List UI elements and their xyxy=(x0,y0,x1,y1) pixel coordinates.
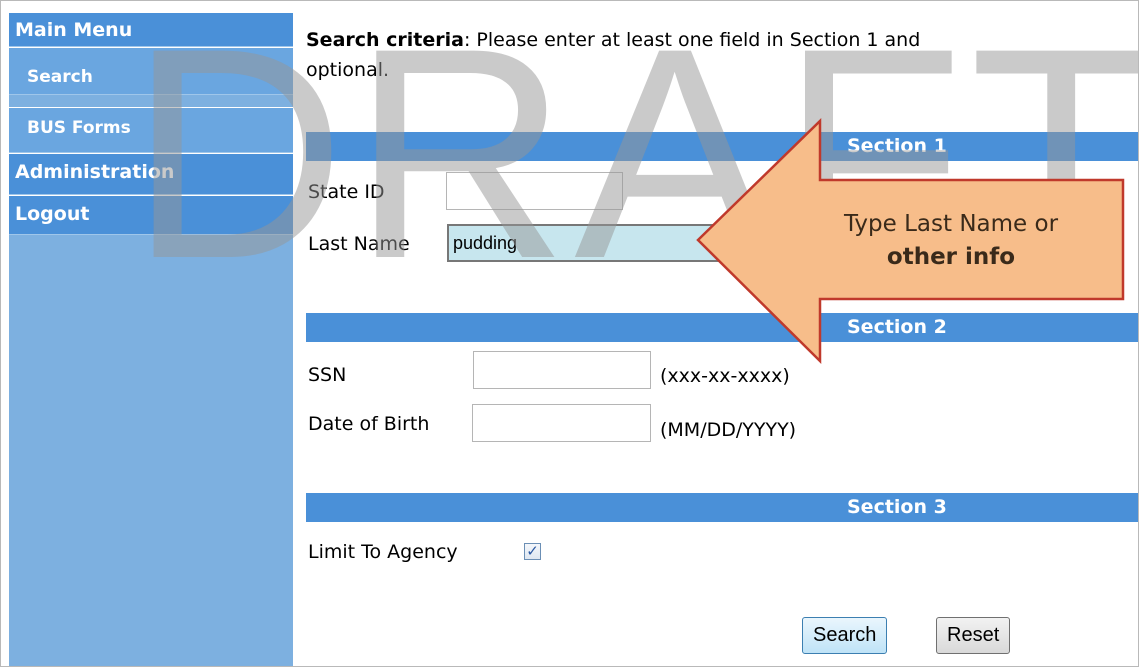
reset-button[interactable]: Reset xyxy=(936,617,1011,654)
section-1-title: Section 1 xyxy=(847,135,947,157)
sidebar-item-search[interactable]: Search xyxy=(9,47,293,95)
state-id-input[interactable] xyxy=(446,172,623,210)
dob-label: Date of Birth xyxy=(308,413,430,435)
section-3-title: Section 3 xyxy=(847,496,947,518)
sidebar-item-bus-forms[interactable]: BUS Forms xyxy=(9,107,293,153)
search-criteria-text: Search criteria: Please enter at least o… xyxy=(306,25,1138,85)
search-button[interactable]: Search xyxy=(802,617,888,654)
section-2-title: Section 2 xyxy=(847,316,947,338)
search-criteria-line1: : Please enter at least one field in Sec… xyxy=(463,29,921,51)
ssn-format-hint: (xxx-xx-xxxx) xyxy=(660,365,790,387)
sidebar-item-administration[interactable]: Administration xyxy=(9,153,293,195)
search-criteria-heading: Search criteria xyxy=(306,29,464,51)
sidebar-item-main-menu[interactable]: Main Menu xyxy=(9,13,293,47)
sidebar: Main Menu Search BUS Forms Administratio… xyxy=(9,13,293,666)
limit-to-agency-checkbox[interactable]: ✓ xyxy=(524,543,541,560)
dob-input[interactable] xyxy=(472,404,651,442)
ssn-input[interactable] xyxy=(473,351,651,389)
dob-format-hint: (MM/DD/YYYY) xyxy=(660,419,797,441)
section-3-header: Section 3 xyxy=(306,493,1138,522)
ssn-label: SSN xyxy=(308,364,347,386)
state-id-label: State ID xyxy=(308,181,385,203)
main-content: Search criteria: Please enter at least o… xyxy=(306,1,1138,666)
section-1-header: Section 1 xyxy=(306,132,1138,161)
section-2-header: Section 2 xyxy=(306,313,1138,342)
app-frame: Main Menu Search BUS Forms Administratio… xyxy=(0,0,1139,667)
search-criteria-line2: optional. xyxy=(306,59,390,81)
limit-to-agency-label: Limit To Agency xyxy=(308,541,458,563)
last-name-input[interactable] xyxy=(447,224,727,262)
last-name-label: Last Name xyxy=(308,233,410,255)
sidebar-item-logout[interactable]: Logout xyxy=(9,195,293,235)
